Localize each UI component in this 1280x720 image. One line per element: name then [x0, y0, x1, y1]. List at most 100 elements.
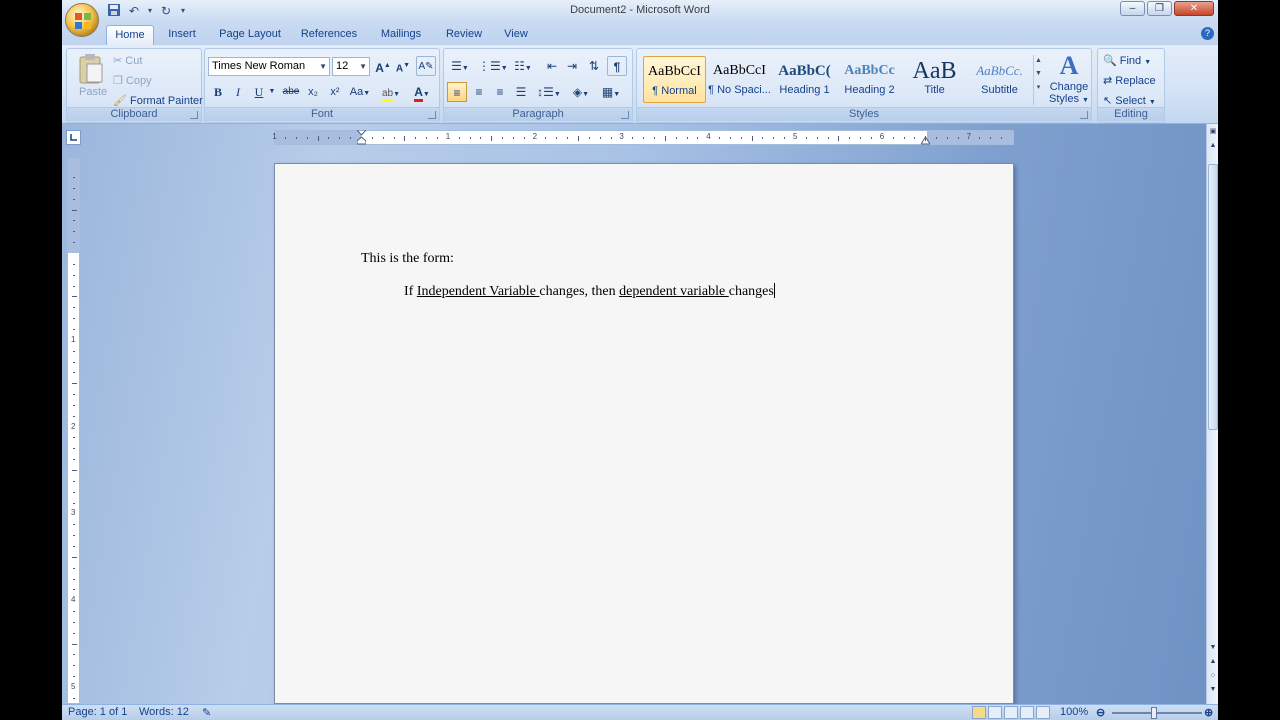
font-color-button[interactable]: A▼: [408, 82, 436, 102]
clipboard-launcher-icon[interactable]: [190, 111, 198, 119]
office-button[interactable]: [65, 3, 99, 37]
undo-icon[interactable]: ↶: [126, 3, 142, 19]
next-page-icon[interactable]: ▼: [1207, 684, 1218, 696]
more-styles-icon[interactable]: ▾: [1034, 83, 1043, 91]
tab-page-layout[interactable]: Page Layout: [214, 25, 286, 45]
styles-gallery-scroll[interactable]: ▲ ▼ ▾: [1033, 55, 1043, 105]
tab-home[interactable]: Home: [106, 25, 154, 45]
word-count[interactable]: Words: 12: [139, 706, 189, 718]
zoom-out-icon[interactable]: ⊖: [1096, 706, 1105, 719]
outline-view-icon[interactable]: [1020, 706, 1034, 719]
undo-dropdown-icon[interactable]: ▾: [146, 3, 154, 19]
full-screen-reading-view-icon[interactable]: [988, 706, 1002, 719]
align-center-icon[interactable]: ≡: [469, 82, 489, 102]
style-heading-2[interactable]: AaBbCc Heading 2: [838, 56, 901, 103]
zoom-slider-thumb[interactable]: [1151, 707, 1157, 719]
close-button[interactable]: ✕: [1174, 1, 1214, 16]
proofing-icon[interactable]: ✎: [202, 706, 211, 719]
scroll-up-icon[interactable]: ▲: [1207, 140, 1218, 152]
zoom-in-icon[interactable]: ⊕: [1204, 706, 1213, 719]
style-title[interactable]: AaB Title: [903, 56, 966, 103]
align-left-icon[interactable]: ≡: [447, 82, 467, 102]
scroll-up-icon[interactable]: ▲: [1034, 57, 1043, 64]
print-layout-view-icon[interactable]: [972, 706, 986, 719]
scroll-down-icon[interactable]: ▼: [1034, 70, 1043, 77]
help-icon[interactable]: ?: [1201, 27, 1214, 40]
restore-button[interactable]: ❐: [1147, 1, 1172, 16]
tab-references[interactable]: References: [297, 25, 361, 45]
tab-view[interactable]: View: [498, 25, 534, 45]
align-right-icon[interactable]: ≡: [490, 82, 510, 102]
italic-button[interactable]: I: [228, 82, 248, 102]
tab-insert[interactable]: Insert: [160, 25, 204, 45]
minimize-button[interactable]: –: [1120, 1, 1145, 16]
style-subtitle[interactable]: AaBbCc. Subtitle: [968, 56, 1031, 103]
ruler-tick: [73, 611, 75, 613]
style-no-spacing[interactable]: AaBbCcI ¶ No Spaci...: [708, 56, 771, 103]
styles-launcher-icon[interactable]: [1080, 111, 1088, 119]
paragraph-launcher-icon[interactable]: [621, 111, 629, 119]
shading-icon[interactable]: ◈▼: [568, 82, 594, 102]
web-layout-view-icon[interactable]: [1004, 706, 1018, 719]
previous-page-icon[interactable]: ▲: [1207, 656, 1218, 668]
ruler-tick: [73, 220, 75, 222]
increase-indent-icon[interactable]: ⇥: [562, 56, 582, 76]
scroll-thumb[interactable]: [1208, 164, 1218, 430]
paste-button[interactable]: Paste: [73, 53, 109, 103]
styles-group: AaBbCcI ¶ Normal AaBbCcI ¶ No Spaci... A…: [636, 48, 1092, 123]
bullets-icon[interactable]: ☰▼: [447, 56, 473, 76]
line-spacing-icon[interactable]: ↕☰▼: [536, 82, 562, 102]
customize-icon[interactable]: ▾: [178, 3, 188, 19]
superscript-button[interactable]: x²: [325, 82, 345, 102]
font-name-combo[interactable]: Times New Roman ▼: [208, 57, 330, 76]
ruler-tick: [350, 137, 352, 139]
redo-icon[interactable]: ↻: [158, 3, 174, 19]
strikethrough-button[interactable]: abe: [281, 82, 301, 102]
zoom-level[interactable]: 100%: [1060, 706, 1088, 718]
zoom-slider[interactable]: [1112, 712, 1202, 714]
multilevel-list-icon[interactable]: ☷▼: [510, 56, 536, 76]
page-count[interactable]: Page: 1 of 1: [68, 706, 127, 718]
replace-button[interactable]: ⇄ Replace: [1103, 74, 1156, 87]
draft-view-icon[interactable]: [1036, 706, 1050, 719]
copy-button[interactable]: ❐ Copy: [113, 74, 152, 87]
underline-button[interactable]: U: [249, 82, 269, 102]
chevron-down-icon[interactable]: ▼: [267, 82, 277, 102]
paragraph-line-2[interactable]: If Independent Variable changes, then de…: [404, 283, 775, 300]
ruler-toggle-icon[interactable]: ▣: [1207, 126, 1218, 138]
change-case-button[interactable]: Aa▼: [347, 82, 373, 102]
numbering-icon[interactable]: ⋮☰▼: [478, 56, 508, 76]
sort-icon[interactable]: ⇅: [584, 56, 604, 76]
grow-font-icon[interactable]: A▲: [373, 56, 393, 76]
font-launcher-icon[interactable]: [428, 111, 436, 119]
tab-review[interactable]: Review: [440, 25, 488, 45]
tab-selector[interactable]: [66, 130, 81, 145]
style-normal[interactable]: AaBbCcI ¶ Normal: [643, 56, 706, 103]
scroll-down-icon[interactable]: ▼: [1207, 642, 1218, 654]
bold-button[interactable]: B: [208, 82, 228, 102]
vertical-ruler[interactable]: 1 2 3 4 5: [67, 158, 80, 704]
highlight-color-button[interactable]: ab▼: [377, 82, 405, 102]
find-button[interactable]: 🔍 Find ▼: [1103, 54, 1151, 67]
tab-mailings[interactable]: Mailings: [374, 25, 428, 45]
document-page[interactable]: This is the form: If Independent Variabl…: [274, 163, 1014, 704]
borders-icon[interactable]: ▦▼: [598, 82, 624, 102]
format-painter-button[interactable]: 🖌 Format Painter: [113, 94, 203, 107]
vertical-scrollbar[interactable]: ▣ ▲ ▼ ▲ ○ ▼: [1206, 124, 1218, 704]
horizontal-ruler[interactable]: 1 1 2 3 4 5 6 7: [272, 129, 1014, 148]
style-heading-1[interactable]: AaBbC( Heading 1: [773, 56, 836, 103]
select-button[interactable]: ↖ Select ▼: [1103, 94, 1156, 107]
show-formatting-icon[interactable]: ¶: [607, 56, 627, 76]
select-browse-object-icon[interactable]: ○: [1207, 670, 1218, 682]
shrink-font-icon[interactable]: A▼: [393, 56, 413, 76]
cut-button[interactable]: ✂ Cut: [113, 54, 142, 67]
first-line-indent-marker[interactable]: [355, 129, 368, 148]
save-icon[interactable]: [106, 3, 122, 19]
font-size-combo[interactable]: 12 ▼: [332, 57, 370, 76]
paragraph-line-1[interactable]: This is the form:: [361, 251, 454, 267]
justify-icon[interactable]: ☰: [511, 82, 531, 102]
change-styles-button[interactable]: A Change Styles ▼: [1047, 51, 1091, 107]
decrease-indent-icon[interactable]: ⇤: [542, 56, 562, 76]
clear-formatting-icon[interactable]: A✎: [416, 56, 436, 76]
subscript-button[interactable]: x₂: [303, 82, 323, 102]
